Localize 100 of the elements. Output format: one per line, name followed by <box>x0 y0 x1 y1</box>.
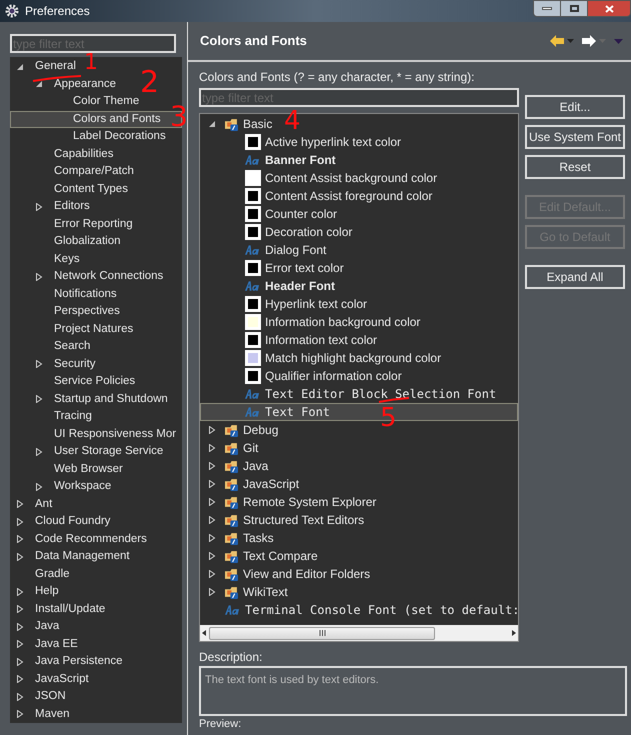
tree-item[interactable]: Network Connections <box>54 268 164 286</box>
expand-arrow-icon[interactable] <box>208 444 216 452</box>
expand-arrow-icon[interactable] <box>208 498 216 506</box>
tree-item[interactable]: Ant <box>35 496 52 513</box>
tree-item[interactable]: Security <box>54 356 96 373</box>
tree-item[interactable]: Keys <box>54 250 80 268</box>
tree-item[interactable]: JavaScript <box>35 670 89 688</box>
tree-item[interactable]: Tasks <box>243 529 274 547</box>
tree-item[interactable]: Color Theme <box>73 93 140 110</box>
tree-item[interactable]: Web Browser <box>54 460 123 478</box>
tree-item[interactable]: UI Responsiveness Mor <box>54 426 176 443</box>
tree-item[interactable]: Startup and Shutdown <box>54 390 168 408</box>
tree-item[interactable]: Structured Text Editors <box>243 511 364 529</box>
tree-item[interactable]: Content Assist background color <box>265 169 438 187</box>
tree-item[interactable]: Information text color <box>265 331 378 349</box>
expand-arrow-icon[interactable] <box>208 426 216 434</box>
close-button[interactable] <box>587 0 631 17</box>
tree-item[interactable]: Text Editor Block Selection Font <box>265 385 496 403</box>
tree-item[interactable]: Counter color <box>265 205 338 223</box>
expand-arrow-icon[interactable] <box>208 534 216 542</box>
collapse-arrow-icon[interactable] <box>35 80 43 88</box>
tree-item[interactable]: Data Management <box>35 548 130 566</box>
scroll-left-icon[interactable] <box>202 630 206 636</box>
tree-item[interactable]: Git <box>243 439 258 457</box>
expand-arrow-icon[interactable] <box>16 675 24 684</box>
tree-item[interactable]: Project Natures <box>54 320 134 338</box>
tree-item[interactable]: Java <box>243 457 268 475</box>
tree-item[interactable]: Content Types <box>54 180 128 198</box>
tree-item[interactable]: Terminal Console Font (set to default: <box>245 601 518 619</box>
expand-arrow-icon[interactable] <box>35 202 43 211</box>
tree-item[interactable]: JSON <box>35 688 66 706</box>
tree-item[interactable]: Appearance <box>54 76 116 93</box>
tree-item[interactable]: Java <box>35 618 60 636</box>
scroll-right-icon[interactable] <box>512 630 516 636</box>
tree-item[interactable]: Compare/Patch <box>54 163 134 180</box>
expand-arrow-icon[interactable] <box>208 516 216 524</box>
expand-arrow-icon[interactable] <box>16 622 24 631</box>
tree-item[interactable]: Text Compare <box>243 547 318 565</box>
action-button[interactable]: Use System Font <box>525 125 625 149</box>
tree-item[interactable]: Label Decorations <box>73 128 166 146</box>
expand-arrow-icon[interactable] <box>208 552 216 560</box>
expand-arrow-icon[interactable] <box>16 710 24 718</box>
tree-item[interactable]: Qualifier information color <box>265 367 402 385</box>
tree-item[interactable]: Install/Update <box>35 600 106 618</box>
tree-item[interactable]: Help <box>35 583 59 600</box>
expand-arrow-icon[interactable] <box>35 395 43 404</box>
tree-item[interactable]: Service Policies <box>54 373 136 390</box>
tree-item[interactable]: Content Assist foreground color <box>265 187 432 205</box>
back-arrow-icon[interactable] <box>550 35 564 47</box>
tree-item[interactable]: View and Editor Folders <box>243 565 370 583</box>
expand-arrow-icon[interactable] <box>208 570 216 578</box>
tree-item[interactable]: Tracing <box>54 408 92 426</box>
expand-arrow-icon[interactable] <box>16 500 24 508</box>
tree-item[interactable]: Error text color <box>265 259 344 277</box>
expand-arrow-icon[interactable] <box>35 448 43 456</box>
expand-arrow-icon[interactable] <box>35 360 43 368</box>
tree-item[interactable]: Java EE <box>35 636 78 653</box>
tree-item[interactable]: Active hyperlink text color <box>265 133 402 151</box>
tree-item[interactable]: Java Persistence <box>35 653 123 670</box>
tree-item[interactable]: Notifications <box>54 286 117 303</box>
expand-arrow-icon[interactable] <box>35 482 43 491</box>
tree-item[interactable]: Capabilities <box>54 146 114 163</box>
tree-item[interactable]: Banner Font <box>265 151 336 169</box>
action-button[interactable]: Expand All <box>525 265 625 289</box>
tree-item[interactable]: Remote System Explorer <box>243 493 376 511</box>
action-button[interactable]: Reset <box>525 155 625 179</box>
tree-item[interactable]: Workspace <box>54 478 112 496</box>
tree-item[interactable]: Code Recommenders <box>35 530 147 548</box>
collapse-arrow-icon[interactable] <box>16 62 24 71</box>
expand-arrow-icon[interactable] <box>16 692 24 701</box>
tree-item[interactable]: Information background color <box>265 313 420 331</box>
expand-arrow-icon[interactable] <box>16 605 24 614</box>
expand-arrow-icon[interactable] <box>208 462 216 470</box>
tree-item[interactable]: Error Reporting <box>54 216 133 233</box>
tree-item[interactable]: Cloud Foundry <box>35 513 110 530</box>
tree-item[interactable]: Editors <box>54 198 90 216</box>
tree-item[interactable]: Hyperlink text color <box>265 295 368 313</box>
tree-item[interactable]: JavaScript <box>243 475 300 493</box>
maximize-button[interactable] <box>561 0 587 17</box>
tree-item[interactable]: Basic <box>243 115 272 133</box>
expand-arrow-icon[interactable] <box>208 480 216 488</box>
expand-arrow-icon[interactable] <box>208 588 216 596</box>
tree-item[interactable]: User Storage Service <box>54 443 164 460</box>
scrollbar-thumb[interactable] <box>209 626 435 640</box>
expand-arrow-icon[interactable] <box>16 535 24 544</box>
tree-item[interactable]: Match highlight background color <box>265 349 442 367</box>
expand-arrow-icon[interactable] <box>16 552 24 561</box>
tree-item[interactable]: Decoration color <box>265 223 352 241</box>
tree-item[interactable]: Dialog Font <box>265 241 326 259</box>
expand-arrow-icon[interactable] <box>16 640 24 648</box>
forward-arrow-icon[interactable] <box>582 35 596 47</box>
expand-arrow-icon[interactable] <box>16 588 24 596</box>
tree-item[interactable]: Gradle <box>35 566 70 583</box>
expand-arrow-icon[interactable] <box>16 658 24 666</box>
tree-item[interactable]: Maven <box>35 706 70 723</box>
collapse-arrow-icon[interactable] <box>208 120 216 128</box>
tree-item[interactable]: General <box>35 58 76 76</box>
tree-item[interactable]: Search <box>54 338 90 356</box>
expand-arrow-icon[interactable] <box>16 518 24 526</box>
tree-item[interactable]: Header Font <box>265 277 336 295</box>
